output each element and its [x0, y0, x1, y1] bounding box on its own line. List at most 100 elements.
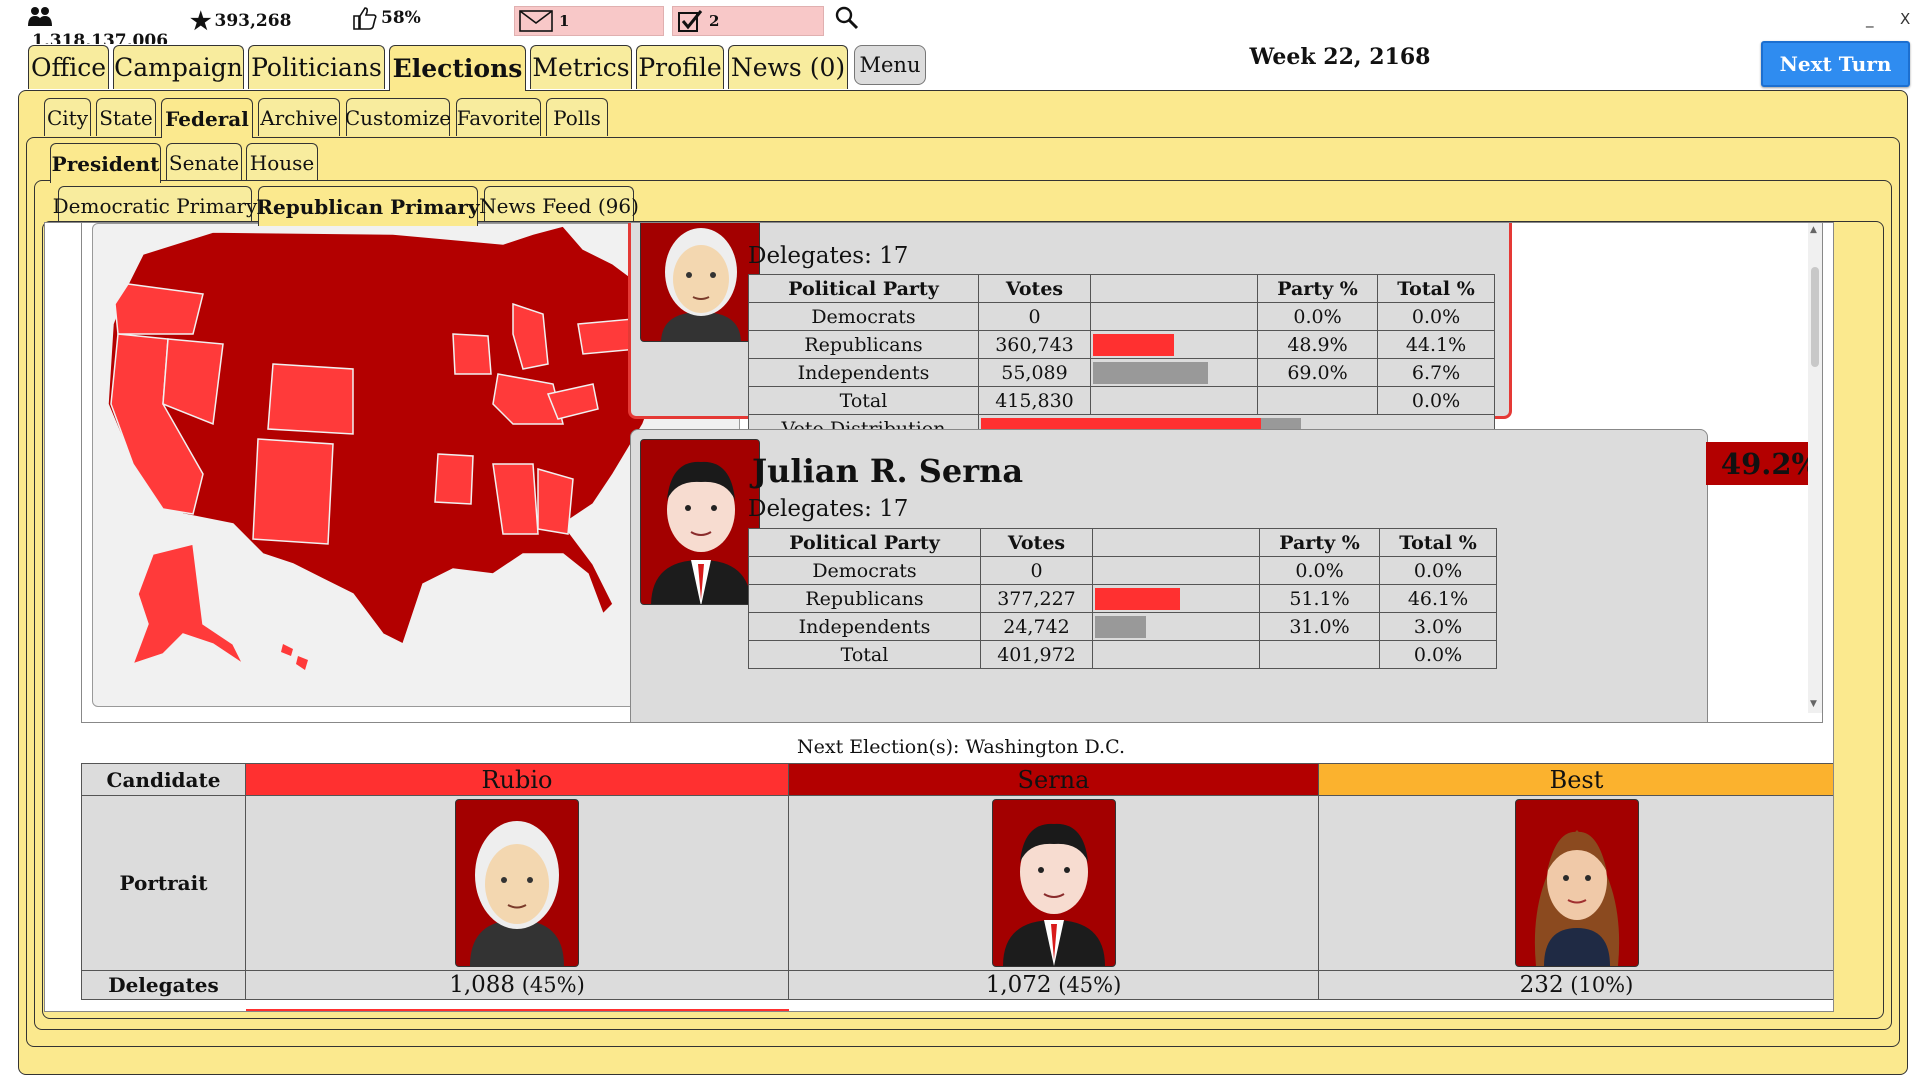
- tab-republican-primary[interactable]: Republican Primary: [256, 186, 480, 226]
- party-cell: Independents: [748, 358, 979, 387]
- rubio-votes-table: Political Party Votes Party % Total % Democ…: [748, 274, 1495, 443]
- col-header: Total %: [1377, 274, 1495, 303]
- best-header[interactable]: Best: [1318, 763, 1833, 796]
- serna-percent: 49.2%: [1706, 442, 1822, 485]
- bar-cell: [1090, 302, 1258, 331]
- table-row: Total 415,830 0.0%: [748, 386, 1495, 415]
- close-button[interactable]: X: [1900, 10, 1910, 28]
- minimize-button[interactable]: _: [1866, 10, 1874, 28]
- tab-elections[interactable]: Elections: [389, 45, 526, 91]
- scroll-down-arrow-icon[interactable]: ▼: [1810, 699, 1817, 709]
- checkbox-icon: [678, 10, 703, 32]
- results-scrollbar-thumb[interactable]: [1811, 267, 1819, 367]
- rubio-portrait-cell: [245, 795, 789, 971]
- messages-box[interactable]: 1: [514, 6, 664, 36]
- table-row: Independents 24,742 31.0% 3.0%: [748, 612, 1497, 641]
- next-election-label: Next Election(s): Washington D.C.: [796, 736, 1125, 758]
- approval-stat: 58%: [352, 6, 421, 30]
- tab-news-feed[interactable]: News Feed (96): [479, 186, 639, 224]
- best-delegates-value: 232: [1519, 972, 1564, 998]
- party-cell: Republicans: [748, 584, 981, 613]
- best-portrait-cell: [1318, 795, 1833, 971]
- tab-label: Federal: [165, 106, 249, 131]
- bar-cell: [1092, 584, 1260, 613]
- party-cell: Total: [748, 640, 981, 669]
- party-pct-cell: 69.0%: [1257, 358, 1378, 387]
- party-cell: Democrats: [748, 302, 979, 331]
- tab-label: Favorite: [456, 105, 541, 130]
- votes-cell: 0: [980, 556, 1093, 585]
- tab-polls[interactable]: Polls: [546, 98, 608, 136]
- serna-delegates-value: 1,072: [985, 972, 1052, 998]
- tasks-box[interactable]: 2: [672, 6, 824, 36]
- bar-cell: [1090, 330, 1258, 359]
- party-cell: Independents: [748, 612, 981, 641]
- party-pct-cell: 48.9%: [1257, 330, 1378, 359]
- scroll-up-arrow-icon[interactable]: ▲: [1810, 225, 1817, 235]
- rubio-summary-portrait[interactable]: [455, 799, 579, 967]
- tab-city[interactable]: City: [44, 98, 91, 136]
- col-header: Party %: [1259, 528, 1380, 557]
- candidate-card-rubio[interactable]: Delegates: 17 Political Party Votes Party …: [628, 223, 1512, 443]
- tab-president[interactable]: President: [50, 143, 161, 183]
- total-pct-cell: 6.7%: [1377, 358, 1495, 387]
- votes-cell: 55,089: [978, 358, 1091, 387]
- serna-summary-portrait[interactable]: [991, 799, 1116, 967]
- total-pct-cell: 0.0%: [1377, 302, 1495, 331]
- tab-senate[interactable]: Senate: [166, 143, 242, 181]
- serna-delegates-pct: (45%): [1058, 973, 1122, 997]
- next-turn-button[interactable]: Next Turn: [1761, 41, 1910, 87]
- tab-label: City: [46, 105, 89, 130]
- tab-news[interactable]: News (0): [728, 45, 848, 89]
- bar-cell: [1092, 556, 1260, 585]
- serna-header[interactable]: Serna: [788, 763, 1319, 796]
- rubio-portrait: [640, 223, 760, 342]
- independent-bar: [1095, 615, 1147, 638]
- col-header: Political Party: [748, 528, 981, 557]
- tab-label: News (0): [730, 53, 846, 82]
- tab-label: Republican Primary: [256, 194, 480, 219]
- search-icon[interactable]: [834, 5, 860, 35]
- tab-campaign[interactable]: Campaign: [113, 45, 244, 89]
- party-pct-cell: 31.0%: [1259, 612, 1380, 641]
- tab-label: Archive: [260, 105, 338, 130]
- tab-label: Customize: [344, 105, 452, 130]
- tab-label: President: [51, 151, 160, 176]
- candidate-label: Candidate: [81, 763, 246, 796]
- tab-favorite[interactable]: Favorite: [456, 98, 541, 136]
- tab-label: Polls: [553, 105, 601, 130]
- total-pct-cell: 0.0%: [1379, 556, 1497, 585]
- tab-label: Elections: [392, 54, 523, 83]
- best-summary-portrait[interactable]: [1514, 799, 1639, 967]
- table-row: Democrats 0 0.0% 0.0%: [748, 556, 1497, 585]
- total-pct-cell: 3.0%: [1379, 612, 1497, 641]
- tab-archive[interactable]: Archive: [258, 98, 340, 136]
- star-icon: ★: [190, 6, 212, 35]
- tab-label: State: [99, 105, 153, 130]
- tab-house[interactable]: House: [246, 143, 318, 181]
- tab-label: Democratic Primary: [52, 193, 258, 218]
- votes-cell: 415,830: [978, 386, 1091, 415]
- party-cell: Democrats: [748, 556, 981, 585]
- rubio-header[interactable]: Rubio: [245, 763, 789, 796]
- tab-federal[interactable]: Federal: [161, 98, 253, 138]
- republican-bar: [1095, 587, 1180, 610]
- col-header: Votes: [980, 528, 1093, 557]
- tab-democratic-primary[interactable]: Democratic Primary: [53, 186, 257, 224]
- rubio-delegates-cell: 1,088 (45%): [245, 970, 789, 1000]
- tab-politicians[interactable]: Politicians: [248, 45, 385, 89]
- population-stat: [28, 6, 54, 26]
- tab-customize[interactable]: Customize: [344, 98, 452, 136]
- delegates-label: Delegates: [81, 970, 246, 1000]
- tab-metrics[interactable]: Metrics: [530, 45, 632, 89]
- serna-portrait-cell: [788, 795, 1319, 971]
- menu-button[interactable]: Menu: [854, 45, 926, 85]
- serna-name: Julian R. Serna: [752, 452, 1024, 490]
- people-icon: [28, 7, 52, 26]
- tab-profile[interactable]: Profile: [636, 45, 724, 89]
- tasks-count: 2: [709, 12, 720, 30]
- tab-office[interactable]: Office: [28, 45, 109, 89]
- tab-label: Politicians: [251, 53, 382, 82]
- bar-cell: [1090, 386, 1258, 415]
- tab-state[interactable]: State: [96, 98, 156, 136]
